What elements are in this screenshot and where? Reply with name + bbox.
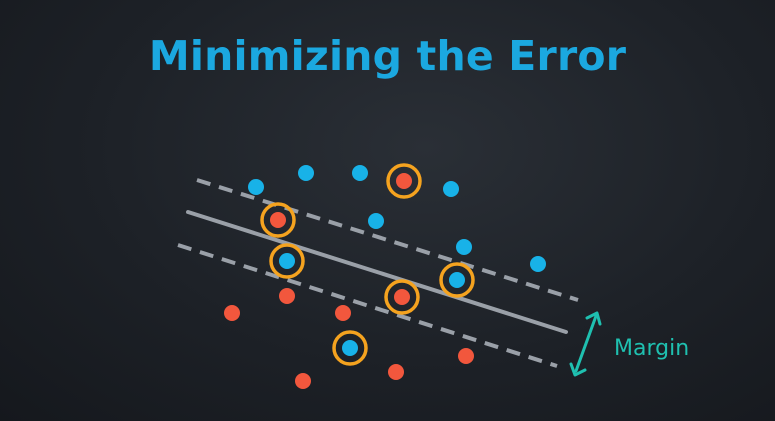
upper-margin-line xyxy=(196,178,579,302)
red-point xyxy=(458,348,474,364)
blue-point xyxy=(279,253,295,269)
red-point xyxy=(295,373,311,389)
slide: Minimizing the Error Margin xyxy=(0,0,775,421)
red-point xyxy=(224,305,240,321)
blue-point xyxy=(456,239,472,255)
blue-point xyxy=(368,213,384,229)
red-point xyxy=(396,173,412,189)
red-point xyxy=(388,364,404,380)
blue-point xyxy=(443,181,459,197)
blue-point xyxy=(342,340,358,356)
red-point xyxy=(394,289,410,305)
red-points xyxy=(224,173,474,389)
blue-point xyxy=(449,272,465,288)
blue-point xyxy=(298,165,314,181)
red-point xyxy=(270,212,286,228)
blue-point xyxy=(248,179,264,195)
decision-boundary-line xyxy=(186,210,568,334)
blue-point xyxy=(530,256,546,272)
margin-arrow xyxy=(569,311,602,377)
red-point xyxy=(279,288,295,304)
red-point xyxy=(335,305,351,321)
blue-point xyxy=(352,165,368,181)
margin-label: Margin xyxy=(614,336,690,361)
